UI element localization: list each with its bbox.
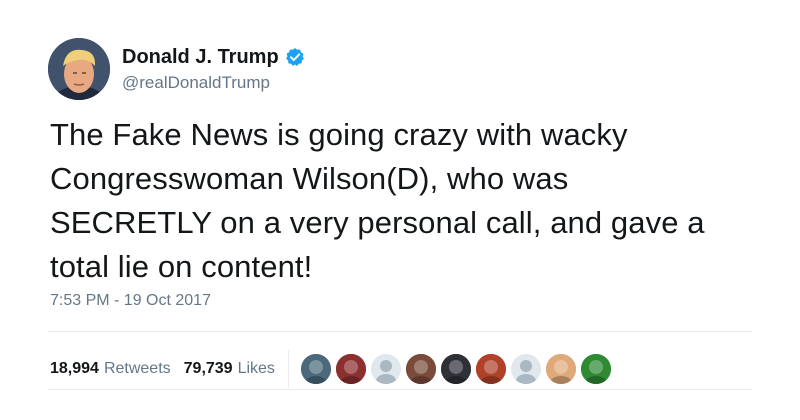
liker-avatar[interactable] bbox=[335, 354, 366, 384]
liker-avatar[interactable] bbox=[405, 354, 436, 384]
tweet-card: Donald J. Trump @realDonaldTrump The Fak… bbox=[0, 0, 800, 420]
user-handle[interactable]: @realDonaldTrump bbox=[122, 73, 305, 93]
liker-avatar[interactable] bbox=[440, 354, 471, 384]
user-avatar[interactable] bbox=[48, 38, 110, 100]
display-name[interactable]: Donald J. Trump bbox=[122, 45, 279, 69]
liker-avatar[interactable] bbox=[370, 354, 401, 384]
liker-avatar[interactable] bbox=[475, 354, 506, 384]
divider bbox=[48, 331, 752, 332]
likes-label: Likes bbox=[237, 360, 275, 377]
name-row: Donald J. Trump bbox=[122, 45, 305, 69]
stats-separator bbox=[287, 350, 289, 388]
divider bbox=[48, 389, 752, 390]
liker-avatar[interactable] bbox=[510, 354, 541, 384]
retweets-stat[interactable]: 18,994 Retweets bbox=[50, 360, 171, 378]
tweet-header: Donald J. Trump @realDonaldTrump bbox=[48, 38, 305, 100]
liker-avatar[interactable] bbox=[545, 354, 576, 384]
retweets-label: Retweets bbox=[103, 360, 171, 377]
tweet-text-line: The Fake News is going crazy with wacky bbox=[50, 117, 628, 152]
tweet-text-line: SECRETLY on a very personal call, and ga… bbox=[50, 205, 705, 240]
verified-badge-icon bbox=[285, 47, 305, 67]
likes-stat[interactable]: 79,739 Likes bbox=[184, 360, 275, 378]
tweet-stats: 18,994 Retweets 79,739 Likes bbox=[50, 350, 616, 388]
liker-avatar[interactable] bbox=[300, 354, 331, 384]
tweet-text: The Fake News is going crazy with wacky … bbox=[50, 113, 770, 289]
liker-avatars bbox=[300, 354, 616, 384]
tweet-text-line: total lie on content! bbox=[50, 249, 313, 284]
retweets-count: 18,994 bbox=[50, 360, 99, 377]
user-names: Donald J. Trump @realDonaldTrump bbox=[122, 45, 305, 93]
likes-count: 79,739 bbox=[183, 360, 233, 377]
liker-avatar[interactable] bbox=[580, 354, 611, 384]
tweet-text-line: Congresswoman Wilson(D), who was bbox=[50, 161, 569, 196]
tweet-timestamp[interactable]: 7:53 PM - 19 Oct 2017 bbox=[50, 292, 211, 310]
